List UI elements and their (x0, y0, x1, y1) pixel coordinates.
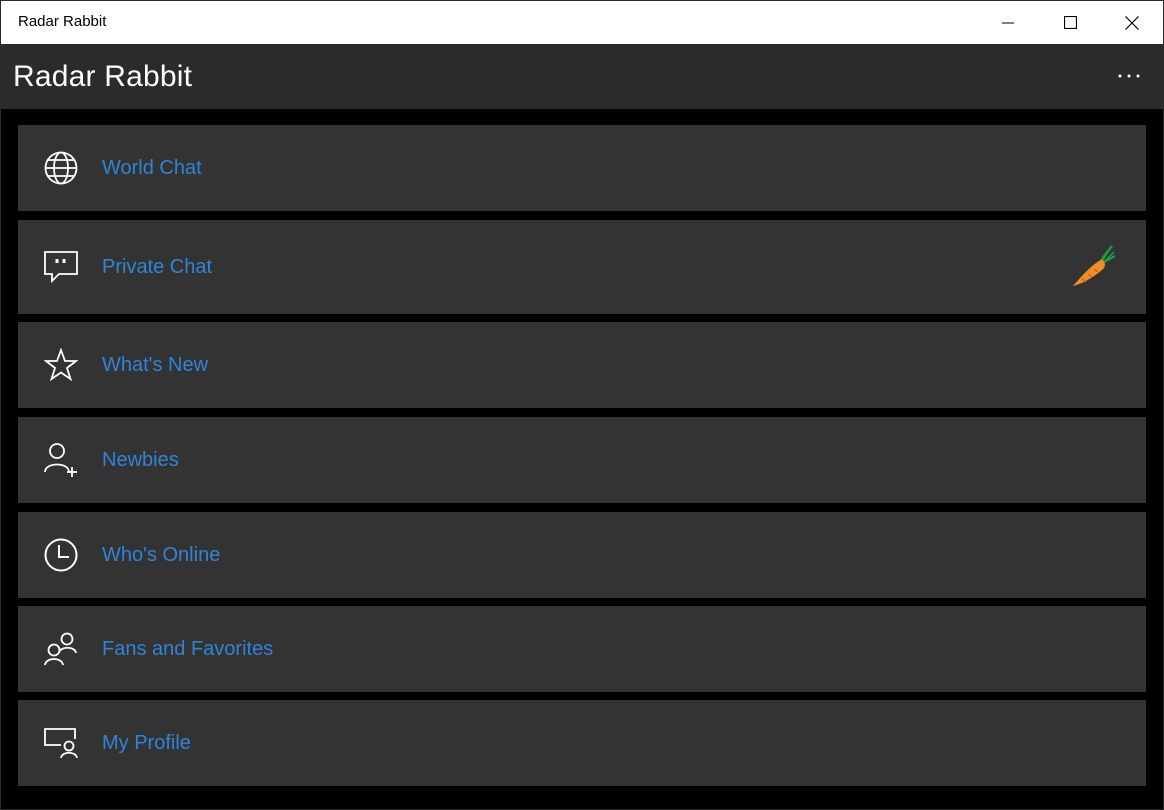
menu-item-world-chat[interactable]: World Chat (18, 125, 1146, 211)
globe-icon (42, 149, 80, 187)
chat-bubble-icon (42, 248, 80, 286)
app-window: Radar Rabbit Radar Rabbit World Chat Pri… (0, 0, 1164, 810)
menu-item-label: What's New (102, 354, 209, 376)
menu-item-label: Fans and Favorites (102, 638, 274, 660)
app-title: Radar Rabbit (13, 60, 193, 93)
close-icon (1125, 15, 1139, 30)
more-options-button[interactable] (1107, 60, 1151, 92)
menu-item-my-profile[interactable]: My Profile (18, 700, 1146, 786)
menu-item-label: Newbies (102, 449, 179, 471)
minimize-icon (1002, 22, 1014, 23)
menu-item-label: Private Chat (102, 256, 213, 278)
menu-item-whats-new[interactable]: What's New (18, 322, 1146, 408)
title-bar: Radar Rabbit (1, 1, 1163, 44)
add-person-icon (42, 441, 80, 479)
menu-item-label: My Profile (102, 732, 191, 754)
profile-icon (42, 724, 80, 762)
menu-item-whos-online[interactable]: Who's Online (18, 512, 1146, 598)
menu-item-newbies[interactable]: Newbies (18, 417, 1146, 503)
menu-item-label: Who's Online (102, 544, 221, 566)
minimize-button[interactable] (977, 1, 1039, 44)
carrot-icon (1073, 245, 1116, 286)
window-title: Radar Rabbit (18, 13, 107, 30)
star-icon (42, 346, 80, 384)
maximize-icon (1063, 16, 1077, 29)
menu-item-fans-and-favorites[interactable]: Fans and Favorites (18, 606, 1146, 692)
app-bar: Radar Rabbit (1, 44, 1163, 109)
close-button[interactable] (1101, 1, 1163, 44)
maximize-button[interactable] (1039, 1, 1101, 44)
clock-icon (42, 536, 80, 574)
menu-item-label: World Chat (102, 157, 202, 179)
more-icon (1118, 74, 1140, 78)
people-icon (42, 630, 80, 668)
menu-item-private-chat[interactable]: Private Chat (18, 220, 1146, 314)
